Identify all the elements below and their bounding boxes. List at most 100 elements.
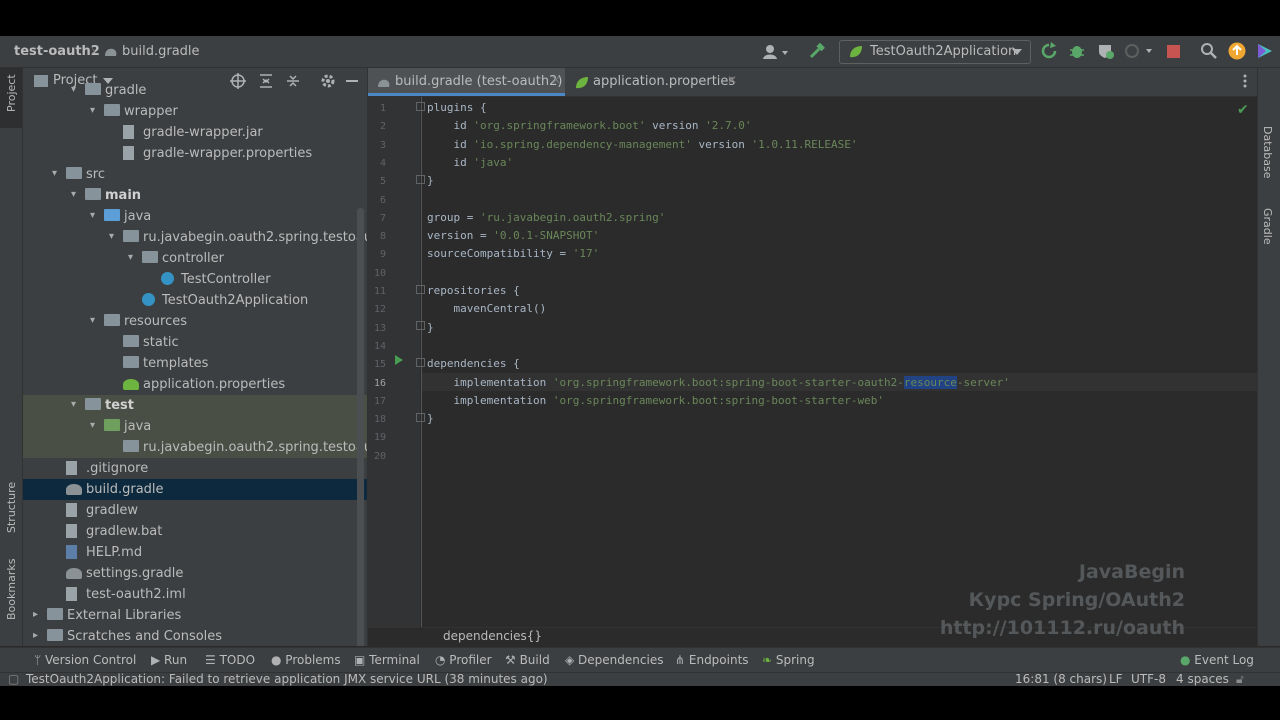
rerun-icon[interactable] [1041, 42, 1057, 62]
hammer-icon[interactable] [808, 42, 826, 62]
profiler-icon[interactable] [1124, 42, 1154, 62]
fold-marker[interactable] [416, 175, 425, 184]
tree-item[interactable]: ▾ main [23, 185, 367, 206]
fold-marker[interactable] [416, 285, 425, 294]
code-line[interactable]: group = 'ru.javabegin.oauth2.spring' [427, 211, 665, 224]
code-line[interactable]: } [427, 412, 434, 425]
tree-item[interactable]: ▾ gradle [23, 80, 367, 101]
problems-tool[interactable]: ● Problems [271, 653, 341, 667]
build-tool[interactable]: ⚒ Build [505, 653, 550, 667]
fold-marker[interactable] [416, 102, 425, 111]
structure-tool-label[interactable]: Structure [5, 482, 18, 533]
database-tool-label[interactable]: Database [1261, 126, 1274, 179]
tree-item[interactable]: ▾ controller [23, 248, 367, 269]
tree-item[interactable]: build.gradle [23, 479, 367, 500]
run-tool[interactable]: ▶ Run [151, 653, 187, 667]
close-icon[interactable]: ✕ [727, 73, 737, 87]
tree-item[interactable]: ▾ java [23, 206, 367, 227]
code-line[interactable]: version = '0.0.1-SNAPSHOT' [427, 229, 599, 242]
editor-breadcrumb[interactable]: dependencies{} [443, 629, 542, 643]
tab-build-gradle[interactable]: build.gradle (test-oauth2) ✕ [368, 68, 565, 96]
file-encoding[interactable]: UTF-8 [1131, 673, 1166, 686]
tree-item[interactable]: ▸ External Libraries [23, 605, 367, 626]
chevron-down-icon[interactable]: ▾ [90, 105, 100, 116]
tree-item[interactable]: HELP.md [23, 542, 367, 563]
chevron-right-icon[interactable]: ▸ [33, 609, 43, 620]
code-line[interactable]: id 'io.spring.dependency-management' ver… [427, 138, 857, 151]
chevron-down-icon[interactable]: ▾ [71, 189, 81, 200]
tree-item[interactable]: .gitignore [23, 458, 367, 479]
code-line[interactable]: plugins { [427, 101, 487, 114]
tree-item[interactable]: gradle-wrapper.jar [23, 122, 367, 143]
profiler-tool[interactable]: ◔ Profiler [435, 653, 492, 667]
fold-marker[interactable] [416, 413, 425, 422]
code-line[interactable]: implementation 'org.springframework.boot… [427, 375, 1010, 389]
endpoints-tool[interactable]: ⋔ Endpoints [675, 653, 749, 667]
tree-item[interactable]: gradle-wrapper.properties [23, 143, 367, 164]
lock-icon[interactable]: 🔓︎ [1236, 673, 1244, 686]
more-icon[interactable] [1243, 74, 1247, 88]
tree-item[interactable]: ▸ Scratches and Consoles [23, 626, 367, 646]
code-line[interactable]: repositories { [427, 284, 520, 297]
project-tool-button[interactable]: Project [0, 68, 22, 128]
bookmarks-tool-label[interactable]: Bookmarks [5, 559, 18, 620]
fold-marker[interactable] [416, 358, 425, 367]
code-editor[interactable]: 1 plugins {2 id 'org.springframework.boot… [368, 97, 1258, 627]
line-separator[interactable]: LF [1109, 673, 1123, 686]
user-icon[interactable] [762, 42, 790, 62]
tree-item[interactable]: ▾ resources [23, 311, 367, 332]
version-control-tool[interactable]: ᛘ Version Control [34, 653, 136, 667]
status-toggle-icon[interactable]: ▢ [8, 673, 19, 686]
tree-item[interactable]: ru.javabegin.oauth2.spring.testoauth [23, 437, 367, 458]
code-line[interactable]: implementation 'org.springframework.boot… [427, 394, 884, 407]
tree-item[interactable]: ▾ wrapper [23, 101, 367, 122]
project-scrollbar[interactable] [357, 208, 364, 646]
chevron-down-icon[interactable]: ▾ [128, 252, 138, 263]
chevron-down-icon[interactable]: ▾ [52, 168, 62, 179]
terminal-tool[interactable]: ▣ Terminal [354, 653, 420, 667]
code-line[interactable]: mavenCentral() [427, 302, 546, 315]
chevron-down-icon[interactable]: ▾ [109, 231, 119, 242]
tree-item[interactable]: gradlew.bat [23, 521, 367, 542]
chevron-right-icon[interactable]: ▸ [33, 630, 43, 641]
caret-position[interactable]: 16:81 (8 chars) [1015, 673, 1107, 686]
fold-marker[interactable] [416, 321, 425, 330]
code-line[interactable]: id 'org.springframework.boot' version '2… [427, 119, 751, 132]
indent-setting[interactable]: 4 spaces [1176, 673, 1229, 686]
dependencies-tool[interactable]: ◈ Dependencies [565, 653, 663, 667]
tree-item[interactable]: static [23, 332, 367, 353]
tree-item[interactable]: ▾ src [23, 164, 367, 185]
code-line[interactable]: } [427, 174, 434, 187]
tree-item[interactable]: test-oauth2.iml [23, 584, 367, 605]
chevron-down-icon[interactable]: ▾ [90, 315, 100, 326]
code-line[interactable]: id 'java' [427, 156, 513, 169]
tree-item[interactable]: TestController [23, 269, 367, 290]
run-gutter-icon[interactable] [395, 355, 403, 365]
inspection-ok-icon[interactable]: ✔ [1237, 102, 1249, 118]
tree-item[interactable]: gradlew [23, 500, 367, 521]
update-icon[interactable] [1228, 42, 1246, 62]
chevron-down-icon[interactable]: ▾ [90, 420, 100, 431]
code-line[interactable]: dependencies { [427, 357, 520, 370]
tree-item[interactable]: TestOauth2Application [23, 290, 367, 311]
gradle-tool-label[interactable]: Gradle [1261, 208, 1274, 245]
stop-icon[interactable] [1167, 45, 1180, 65]
tree-item[interactable]: templates [23, 353, 367, 374]
spring-tool[interactable]: ❧ Spring [762, 653, 815, 667]
ide-logo-icon[interactable] [1256, 42, 1274, 62]
search-icon[interactable] [1200, 42, 1218, 62]
coverage-icon[interactable] [1097, 42, 1115, 62]
code-line[interactable]: } [427, 321, 434, 334]
nav-file[interactable]: build.gradle [122, 44, 200, 59]
todo-tool[interactable]: ☰ TODO [205, 653, 255, 667]
close-icon[interactable]: ✕ [551, 73, 561, 87]
chevron-down-icon[interactable]: ▾ [90, 210, 100, 221]
tree-item[interactable]: application.properties [23, 374, 367, 395]
tree-item[interactable]: ▾ java [23, 416, 367, 437]
chevron-down-icon[interactable]: ▾ [71, 399, 81, 410]
event-log-tool[interactable]: ● Event Log [1180, 653, 1254, 667]
run-configuration-select[interactable]: TestOauth2Application [839, 40, 1031, 64]
tree-item[interactable]: settings.gradle [23, 563, 367, 584]
tree-item[interactable]: ▾ test [23, 395, 367, 416]
status-message[interactable]: TestOauth2Application: Failed to retriev… [26, 673, 548, 686]
